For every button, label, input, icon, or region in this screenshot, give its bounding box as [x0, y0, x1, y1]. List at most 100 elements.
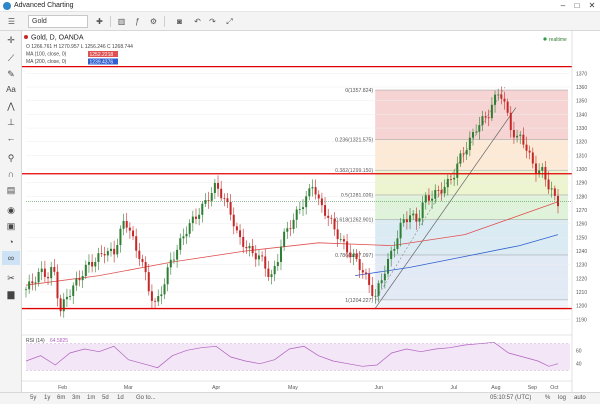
- candle-body: [557, 195, 559, 207]
- month-label: Aug: [491, 385, 500, 391]
- rsi-tick-label: 60: [576, 348, 582, 354]
- month-label: Jun: [375, 385, 383, 391]
- timeframe-6m[interactable]: 6m: [57, 395, 65, 401]
- measure-icon[interactable]: ⊥: [2, 115, 20, 129]
- magnet-icon[interactable]: ∩: [2, 167, 20, 181]
- candle-body: [305, 196, 308, 208]
- fib-level-label: 0(1357.824): [345, 88, 373, 94]
- candle-body: [431, 198, 434, 201]
- candle-body: [456, 163, 459, 178]
- price-chart[interactable]: 0(1357.824)0.236(1321.575)0.382(1299.150…: [22, 31, 600, 392]
- candle-body: [25, 289, 27, 291]
- candle-body: [254, 253, 257, 260]
- brush-icon[interactable]: ✎: [2, 67, 20, 81]
- candle-body: [427, 195, 430, 201]
- legend-dot-icon: [24, 35, 28, 39]
- window-title: Advanced Charting: [14, 2, 74, 9]
- trash-icon[interactable]: ▆: [2, 287, 20, 301]
- candle-body: [154, 300, 157, 302]
- indicators-icon[interactable]: ƒ: [130, 15, 145, 28]
- candle-body: [302, 207, 305, 210]
- legend-ma100-label: MA (100, close, 0): [26, 52, 67, 58]
- realtime-dot-icon: [543, 37, 547, 41]
- candle-body: [103, 254, 106, 256]
- candle-body: [188, 223, 191, 234]
- candle-body: [437, 189, 440, 191]
- price-tick-label: 1260: [576, 222, 587, 228]
- candle-body: [270, 274, 273, 277]
- chart-type-icon[interactable]: ▥: [114, 15, 129, 28]
- crosshair-icon[interactable]: ✛: [2, 33, 20, 47]
- timeframe-1y[interactable]: 1y: [44, 395, 50, 401]
- candle-body: [185, 233, 188, 237]
- price-tick-label: 1270: [576, 208, 587, 214]
- candle-body: [298, 209, 301, 210]
- fib-level-label: 1(1204.227): [345, 298, 373, 304]
- close-button[interactable]: ✕: [585, 1, 599, 11]
- candle-body: [449, 179, 452, 180]
- candle-body: [346, 241, 349, 253]
- candle-body: [330, 217, 333, 219]
- fib-band: [375, 299, 568, 309]
- stay-drawing-icon[interactable]: ◔: [2, 235, 20, 249]
- menu-icon[interactable]: ☰: [4, 15, 19, 28]
- candle-body: [327, 215, 330, 218]
- screenshot-icon[interactable]: ◙: [172, 15, 187, 28]
- candle-body: [421, 202, 424, 219]
- candle-body: [339, 239, 342, 240]
- redo-icon[interactable]: ↷: [205, 15, 220, 28]
- log-toggle[interactable]: log: [558, 395, 566, 401]
- add-symbol-icon[interactable]: ✚: [92, 15, 107, 28]
- candle-body: [490, 104, 493, 119]
- candle-body: [176, 249, 179, 260]
- maximize-button[interactable]: □: [570, 1, 584, 11]
- candle-body: [217, 182, 220, 189]
- time-axis: Feb Mar Apr May Jun Jul Aug Sep Oct: [22, 380, 572, 391]
- remove-drawings-icon[interactable]: ✂: [2, 271, 20, 285]
- timeframe-1d[interactable]: 1d: [117, 395, 124, 401]
- goto-date-button[interactable]: Go to...: [136, 395, 156, 401]
- candle-body: [475, 131, 478, 133]
- month-label: May: [288, 385, 298, 391]
- candle-body: [342, 239, 345, 242]
- candle-body: [235, 226, 238, 231]
- candle-body: [286, 228, 289, 232]
- timeframe-5y[interactable]: 5y: [30, 395, 36, 401]
- lock-drawings-icon[interactable]: ▤: [2, 183, 20, 197]
- undo-icon[interactable]: ↶: [190, 15, 205, 28]
- candle-body: [150, 291, 153, 301]
- candle-body: [550, 188, 553, 190]
- trendline-icon[interactable]: ⟋: [2, 51, 20, 65]
- fullscreen-icon[interactable]: ⤢: [222, 15, 237, 28]
- candle-body: [405, 219, 408, 223]
- text-icon[interactable]: Aa: [2, 83, 20, 97]
- candle-body: [393, 249, 396, 251]
- candle-body: [453, 177, 456, 180]
- pattern-icon[interactable]: ⋀: [2, 99, 20, 113]
- arrow-icon[interactable]: ←: [2, 131, 20, 145]
- month-label: Mar: [124, 385, 133, 391]
- candle-body: [97, 253, 100, 262]
- minimize-button[interactable]: –: [556, 1, 570, 11]
- lock-icon[interactable]: ▣: [2, 219, 20, 233]
- candle-body: [468, 137, 471, 151]
- candle-body: [368, 273, 371, 286]
- eye-icon[interactable]: ◉: [2, 203, 20, 217]
- candle-body: [31, 281, 34, 284]
- candle-body: [292, 219, 295, 230]
- auto-toggle[interactable]: auto: [574, 395, 586, 401]
- chart-area[interactable]: 0(1357.824) 0.236(1321.575) 0.382(1299.150…: [22, 31, 600, 392]
- clock-readout: 05:10:57 (UTC): [490, 395, 532, 401]
- candle-body: [56, 271, 59, 299]
- timeframe-3m[interactable]: 3m: [72, 395, 80, 401]
- realtime-label: realtime: [549, 37, 567, 43]
- zoom-icon[interactable]: ⚲: [2, 151, 20, 165]
- percent-toggle[interactable]: %: [545, 395, 550, 401]
- candle-body: [232, 214, 235, 227]
- candle-body: [210, 193, 213, 201]
- symbol-input[interactable]: Gold: [28, 15, 88, 28]
- timeframe-5d[interactable]: 5d: [102, 395, 109, 401]
- link-icon[interactable]: ∞: [2, 251, 20, 265]
- timeframe-1m[interactable]: 1m: [87, 395, 95, 401]
- settings-icon[interactable]: ⚙: [146, 15, 161, 28]
